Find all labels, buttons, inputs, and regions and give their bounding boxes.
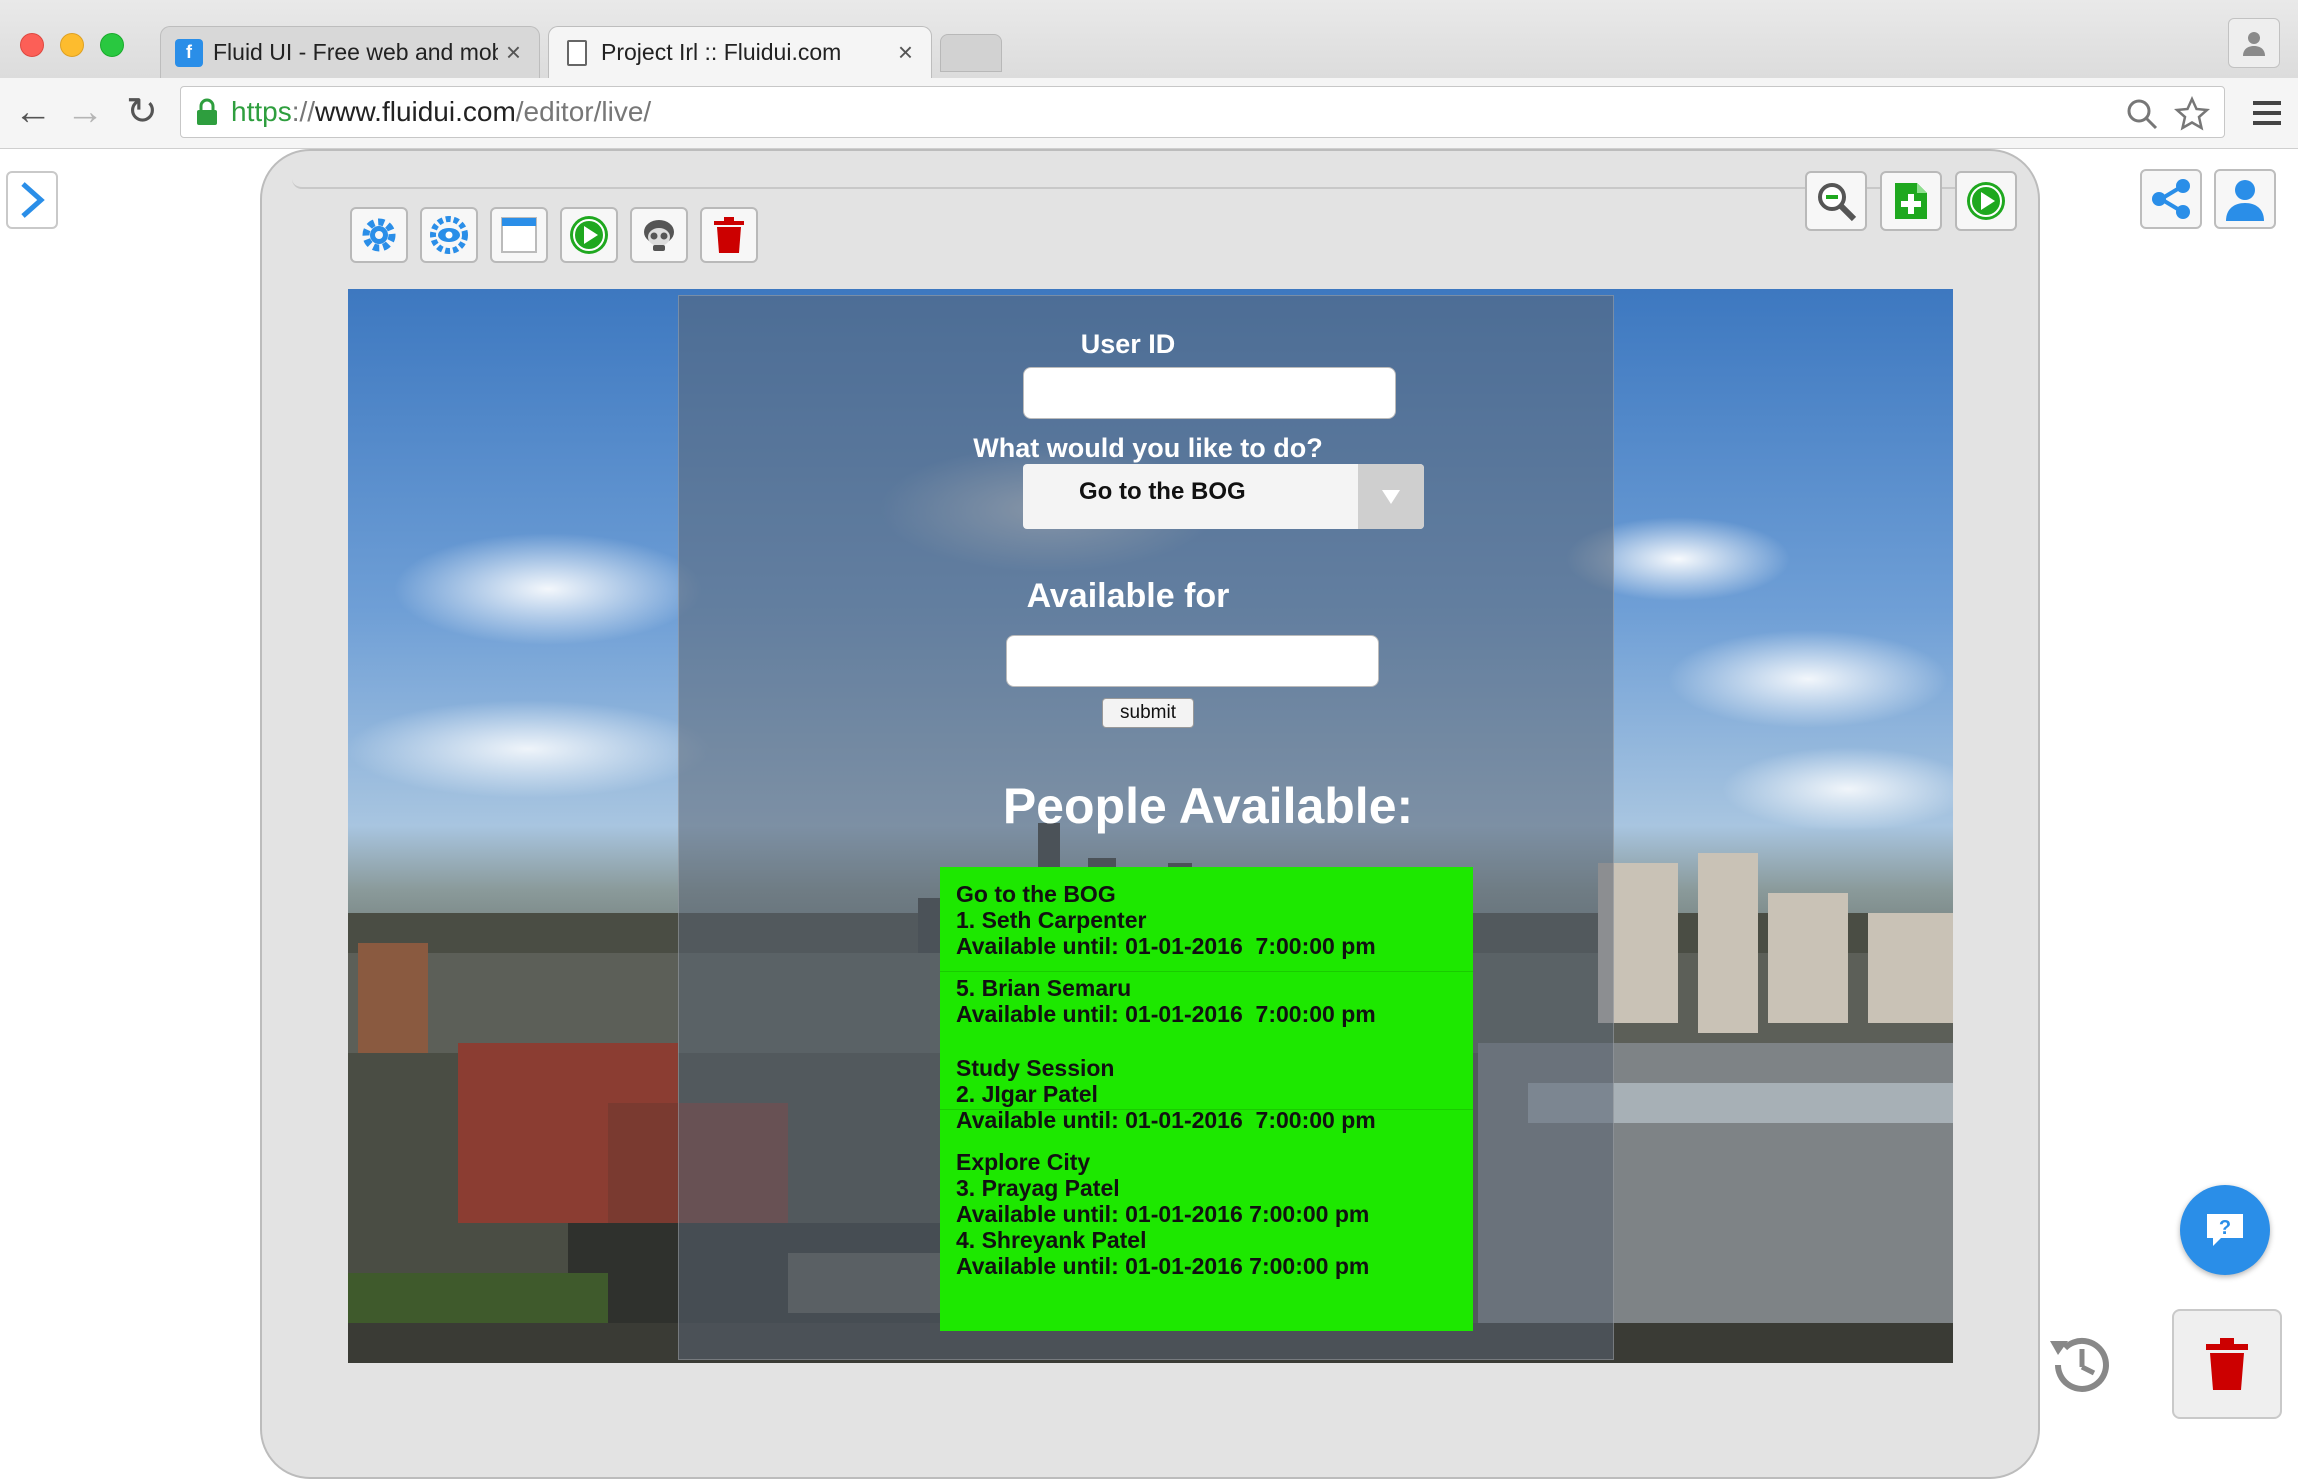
url-host: www.fluidui.com bbox=[315, 96, 516, 127]
help-button[interactable]: ? bbox=[2180, 1185, 2270, 1275]
page-layout-icon bbox=[501, 217, 537, 253]
lock-icon bbox=[197, 98, 217, 125]
sidebar-toggle-button[interactable] bbox=[6, 171, 58, 229]
dropdown-arrow-icon[interactable] bbox=[1358, 464, 1424, 529]
people-available-list: Go to the BOG 1. Seth Carpenter Availabl… bbox=[940, 867, 1473, 1331]
list-item: 5. Brian Semaru bbox=[956, 975, 1132, 1001]
tab-title: Project Irl :: Fluidui.com bbox=[601, 39, 842, 65]
user-account-button[interactable] bbox=[2214, 169, 2276, 229]
available-for-input[interactable] bbox=[1006, 635, 1379, 687]
play-button[interactable] bbox=[560, 207, 618, 263]
tab-close-icon[interactable]: × bbox=[898, 37, 913, 68]
person-icon bbox=[2243, 32, 2265, 56]
list-item: Available until: 01-01-2016 7:00:00 pm bbox=[956, 933, 1376, 959]
prototype-canvas: User ID What would you like to do? Go to… bbox=[348, 289, 1953, 1363]
browser-profile-button[interactable] bbox=[2228, 18, 2280, 68]
activity-select[interactable]: Go to the BOG bbox=[1023, 464, 1424, 529]
zoom-out-icon bbox=[1818, 183, 1857, 222]
play-icon bbox=[1967, 182, 2005, 220]
settings-button[interactable] bbox=[350, 207, 408, 263]
delete-element-button[interactable] bbox=[2172, 1309, 2282, 1419]
user-icon bbox=[2226, 180, 2264, 221]
new-tab-button[interactable] bbox=[940, 34, 1002, 72]
list-item: Available until: 01-01-2016 7:00:00 pm bbox=[956, 1201, 1370, 1227]
chevron-right-icon bbox=[21, 182, 45, 218]
list-item: 2. JIgar Patel bbox=[956, 1081, 1098, 1107]
list-divider bbox=[940, 971, 1473, 972]
mask-icon bbox=[644, 220, 674, 251]
zoom-out-button[interactable] bbox=[1805, 171, 1867, 231]
address-bar[interactable]: https://www.fluidui.com/editor/live/ bbox=[180, 86, 2225, 138]
add-page-icon bbox=[1895, 183, 1927, 219]
mask-button[interactable] bbox=[630, 207, 688, 263]
share-icon bbox=[2152, 179, 2190, 219]
omnibox-actions bbox=[2125, 93, 2211, 132]
window-minimize-button[interactable] bbox=[60, 33, 84, 57]
list-item: 3. Prayag Patel bbox=[956, 1175, 1120, 1201]
tab-close-icon[interactable]: × bbox=[506, 37, 521, 68]
browser-toolbar: ← → ↻ https://www.fluidui.com/editor/liv… bbox=[0, 78, 2298, 149]
url-path: /editor/live/ bbox=[515, 96, 652, 127]
list-item: Go to the BOG bbox=[956, 881, 1116, 907]
add-page-button[interactable] bbox=[1880, 171, 1942, 231]
tab-title: Fluid UI - Free web and mobile bbox=[213, 39, 498, 65]
device-frame-top bbox=[292, 151, 2012, 189]
back-arrow-icon[interactable]: ← bbox=[14, 90, 52, 134]
play-icon bbox=[570, 216, 608, 254]
list-item: 4. Shreyank Patel bbox=[956, 1227, 1147, 1253]
play-preview-button[interactable] bbox=[1955, 171, 2017, 231]
available-for-label: Available for bbox=[1026, 577, 1230, 615]
browser-tab-bar: f Fluid UI - Free web and mobile × Proje… bbox=[0, 0, 2298, 79]
svg-text:?: ? bbox=[2219, 1217, 2231, 1239]
todo-label: What would you like to do? bbox=[973, 433, 1323, 463]
list-item: Available until: 01-01-2016 7:00:00 pm bbox=[956, 1107, 1376, 1133]
user-id-input[interactable] bbox=[1023, 367, 1396, 419]
reload-icon[interactable]: ↻ bbox=[126, 90, 158, 134]
list-item: 1. Seth Carpenter bbox=[956, 907, 1147, 933]
submit-button[interactable]: submit bbox=[1102, 698, 1194, 728]
browser-menu-icon[interactable] bbox=[2250, 96, 2284, 130]
activity-select-value: Go to the BOG bbox=[1079, 478, 1246, 505]
share-button[interactable] bbox=[2140, 169, 2202, 229]
url-scheme: https bbox=[231, 96, 292, 127]
list-item: Explore City bbox=[956, 1149, 1091, 1175]
window-zoom-button[interactable] bbox=[100, 33, 124, 57]
preview-eye-icon bbox=[430, 216, 468, 254]
page-layout-button[interactable] bbox=[490, 207, 548, 263]
list-item: Study Session bbox=[956, 1055, 1115, 1081]
tab-project-irl[interactable]: Project Irl :: Fluidui.com × bbox=[548, 26, 932, 78]
fluidui-logo-icon: f bbox=[175, 38, 203, 67]
history-clock-icon bbox=[2050, 1337, 2109, 1392]
page-icon bbox=[567, 39, 587, 66]
preview-button[interactable] bbox=[420, 207, 478, 263]
url-separator: :// bbox=[291, 96, 316, 127]
help-chat-icon: ? bbox=[2207, 1214, 2243, 1246]
editor-workspace: User ID What would you like to do? Go to… bbox=[0, 149, 2298, 1479]
delete-icon bbox=[714, 217, 744, 253]
people-available-heading: People Available: bbox=[1002, 778, 1414, 834]
user-id-label: User ID bbox=[1080, 329, 1176, 359]
list-item: Available until: 01-01-2016 7:00:00 pm bbox=[956, 1001, 1376, 1027]
window-close-button[interactable] bbox=[20, 33, 44, 57]
trash-icon bbox=[2206, 1338, 2248, 1390]
history-button[interactable] bbox=[2040, 1325, 2120, 1405]
delete-button[interactable] bbox=[700, 207, 758, 263]
list-item: Available until: 01-01-2016 7:00:00 pm bbox=[956, 1253, 1370, 1279]
forward-arrow-icon[interactable]: → bbox=[66, 90, 104, 134]
settings-gear-icon bbox=[362, 218, 396, 252]
tab-fluid-ui[interactable]: f Fluid UI - Free web and mobile × bbox=[160, 26, 540, 78]
search-icon[interactable] bbox=[2125, 97, 2159, 131]
bookmark-star-icon[interactable] bbox=[2173, 95, 2211, 132]
